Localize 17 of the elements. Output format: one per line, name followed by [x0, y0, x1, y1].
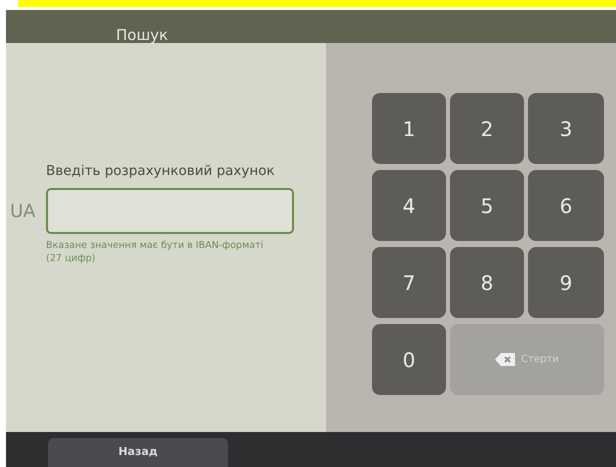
digit-key[interactable]: 9	[528, 247, 604, 318]
backspace-icon	[495, 353, 516, 366]
digit-key[interactable]: 3	[528, 93, 604, 164]
account-input-field[interactable]	[46, 188, 294, 234]
country-prefix: UA	[9, 200, 36, 224]
digit-key[interactable]: 1	[372, 93, 446, 164]
back-button[interactable]: Назад	[48, 438, 228, 467]
digit-key[interactable]: 5	[450, 170, 524, 241]
format-hint: Вказане значення має бути в IBAN-форматі (27 цифр)	[46, 240, 264, 265]
digit-key[interactable]: 2	[450, 93, 524, 164]
digit-key[interactable]: 0	[372, 324, 446, 395]
digit-key[interactable]: 4	[372, 170, 446, 241]
field-label: Введіть розрахунковий рахунок	[46, 162, 276, 181]
digit-key[interactable]: 6	[528, 170, 604, 241]
digit-key[interactable]: 8	[450, 247, 524, 318]
digit-key[interactable]: 7	[372, 247, 446, 318]
header-title: Пошук	[116, 28, 168, 43]
